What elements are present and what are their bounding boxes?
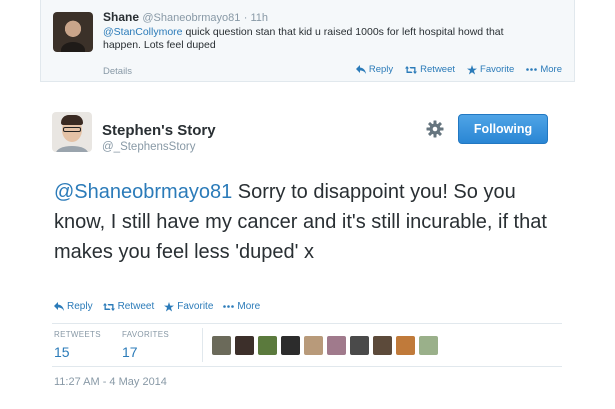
favoriter-avatar[interactable] bbox=[281, 336, 300, 355]
retweet-label: Retweet bbox=[117, 301, 155, 312]
favoriter-avatar[interactable] bbox=[212, 336, 231, 355]
favorites-label: FAVORITES bbox=[122, 330, 170, 339]
star-icon bbox=[467, 64, 478, 74]
retweet-icon bbox=[102, 302, 115, 311]
retweet-label: Retweet bbox=[420, 64, 456, 75]
reply-mention-link[interactable]: @StanCollymore bbox=[103, 26, 183, 38]
more-dots-icon bbox=[526, 68, 538, 71]
retweet-icon bbox=[405, 65, 418, 74]
favoriter-avatar[interactable] bbox=[258, 336, 277, 355]
tweet-text: @Shaneobrmayo81 Sorry to disappoint you!… bbox=[54, 177, 564, 267]
favorites-count: 17 bbox=[122, 344, 138, 360]
retweet-action[interactable]: Retweet bbox=[102, 301, 155, 312]
reply-icon bbox=[54, 302, 64, 311]
favoriter-avatar[interactable] bbox=[373, 336, 392, 355]
favorite-label: Favorite bbox=[177, 301, 214, 312]
more-action[interactable]: More bbox=[223, 301, 260, 312]
star-icon bbox=[164, 301, 175, 311]
reply-action[interactable]: Reply bbox=[355, 64, 394, 75]
reply-time[interactable]: · 11h bbox=[244, 12, 268, 24]
avatar-stephen[interactable] bbox=[52, 112, 92, 152]
favorite-action[interactable]: Favorite bbox=[467, 64, 514, 75]
avatar-hair bbox=[61, 115, 83, 125]
details-link[interactable]: Details bbox=[103, 66, 132, 77]
favoriter-avatar[interactable] bbox=[419, 336, 438, 355]
reply-label: Reply bbox=[67, 301, 93, 312]
stats-top-divider bbox=[52, 323, 562, 324]
more-dots-icon bbox=[223, 305, 235, 308]
gear-icon[interactable] bbox=[426, 120, 444, 138]
reply-tweet-header: Shane @Shaneobrmayo81 · 11h bbox=[103, 10, 268, 24]
retweets-label: RETWEETS bbox=[54, 330, 101, 339]
author-name[interactable]: Stephen's Story bbox=[102, 122, 216, 139]
reply-icon bbox=[355, 65, 366, 74]
favoriter-avatar[interactable] bbox=[396, 336, 415, 355]
reply-tweet-text: @StanCollymore quick question stan that … bbox=[103, 26, 543, 52]
favoriter-avatar[interactable] bbox=[235, 336, 254, 355]
favorite-action[interactable]: Favorite bbox=[164, 301, 213, 312]
favorites-stat[interactable]: FAVORITES 17 bbox=[122, 330, 169, 360]
reply-author-handle[interactable]: @Shaneobrmayo81 bbox=[142, 12, 240, 24]
retweets-count: 15 bbox=[54, 344, 70, 360]
favoriter-avatar[interactable] bbox=[350, 336, 369, 355]
tweet-actions: Reply Retweet Favorite More bbox=[54, 301, 260, 312]
reply-action[interactable]: Reply bbox=[54, 301, 93, 312]
stats-separator bbox=[202, 328, 203, 362]
retweets-stat[interactable]: RETWEETS 15 bbox=[54, 330, 101, 360]
avatar-glasses bbox=[63, 127, 81, 132]
favorite-label: Favorite bbox=[480, 64, 515, 75]
main-tweet: Stephen's Story @_StephensStory Followin… bbox=[40, 82, 575, 409]
following-button[interactable]: Following bbox=[458, 114, 548, 144]
avatar-body bbox=[56, 146, 88, 152]
favoriters-avatars bbox=[212, 336, 438, 355]
stats-bottom-divider bbox=[52, 366, 562, 367]
reply-author-name[interactable]: Shane bbox=[103, 10, 139, 24]
favoriter-avatar[interactable] bbox=[304, 336, 323, 355]
reply-tweet-actions: Reply Retweet Favorite More bbox=[355, 64, 562, 75]
more-label: More bbox=[237, 301, 261, 312]
retweet-action[interactable]: Retweet bbox=[405, 64, 455, 75]
more-action[interactable]: More bbox=[526, 64, 562, 75]
mention-link[interactable]: @Shaneobrmayo81 bbox=[54, 181, 232, 203]
more-label: More bbox=[540, 64, 562, 75]
reply-tweet: Shane @Shaneobrmayo81 · 11h @StanCollymo… bbox=[40, 0, 575, 82]
reply-label: Reply bbox=[368, 64, 394, 75]
avatar-shane[interactable] bbox=[53, 12, 93, 52]
favoriter-avatar[interactable] bbox=[327, 336, 346, 355]
author-handle[interactable]: @_StephensStory bbox=[102, 141, 196, 153]
tweet-timestamp[interactable]: 11:27 AM - 4 May 2014 bbox=[54, 376, 167, 388]
